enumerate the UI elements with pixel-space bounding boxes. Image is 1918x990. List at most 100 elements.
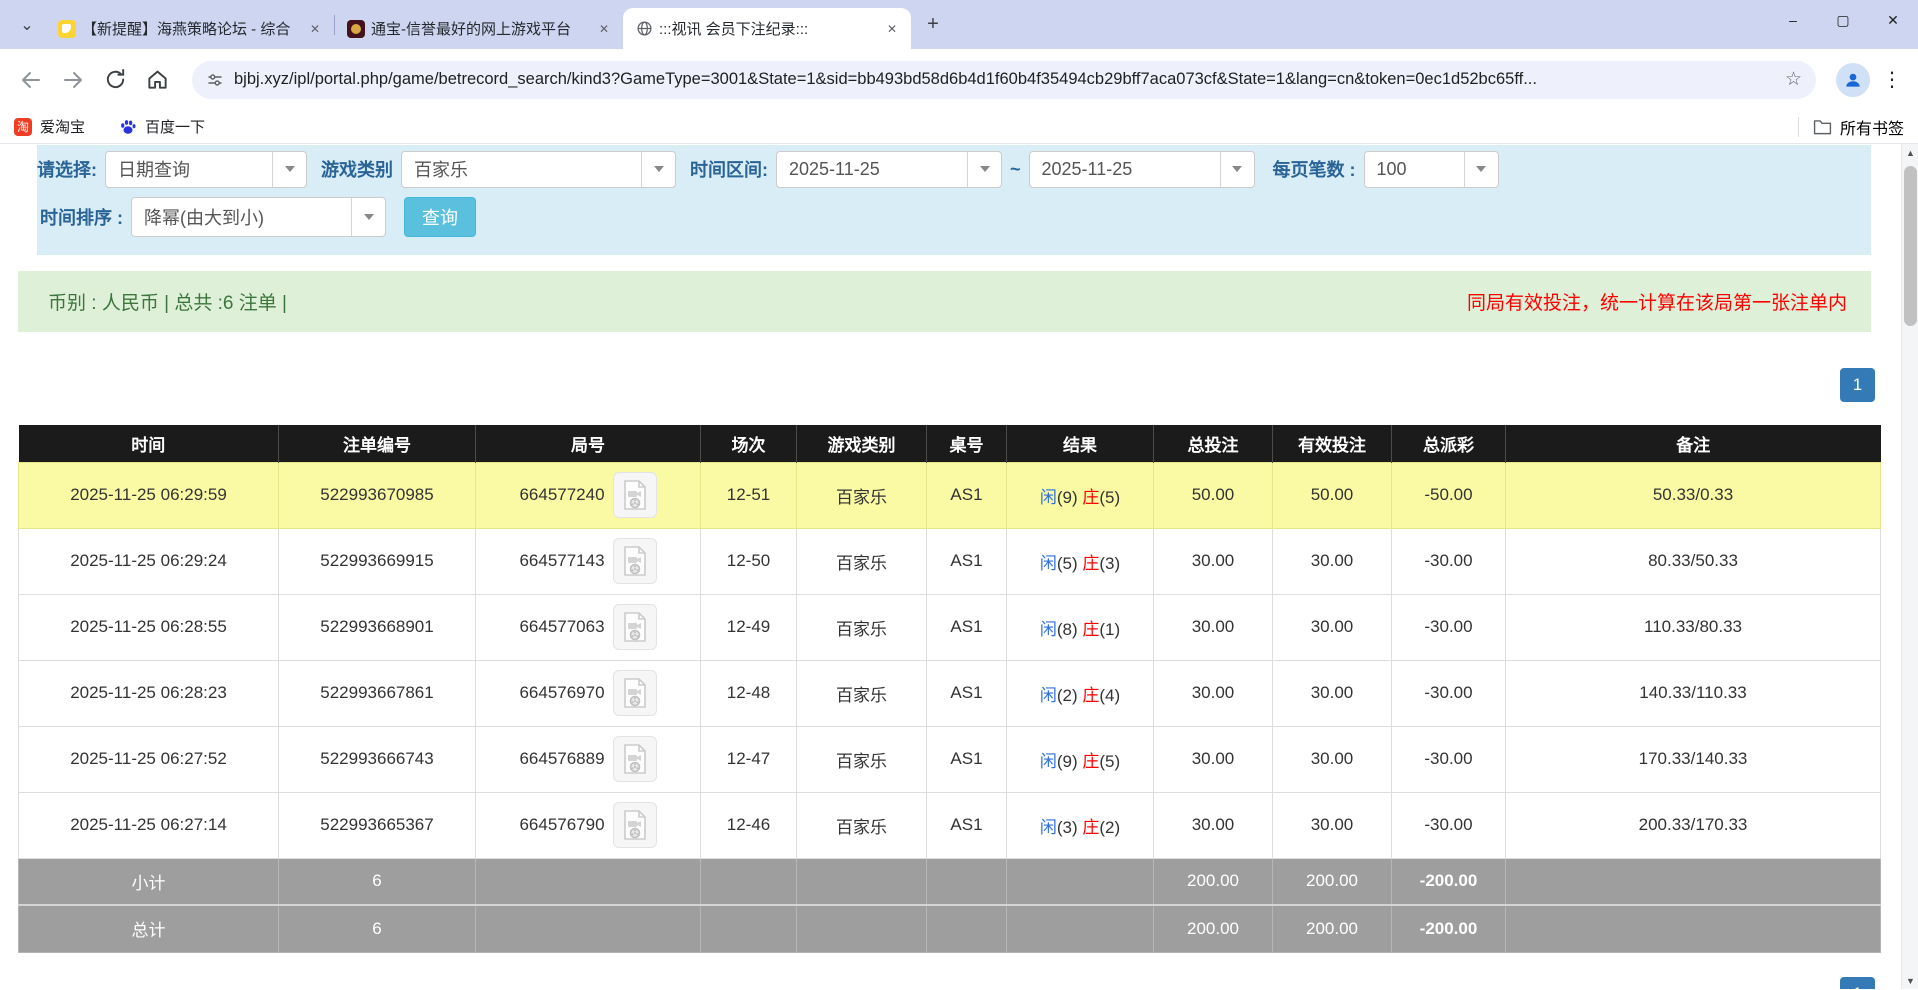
cell-game-type: 百家乐 xyxy=(797,462,927,528)
search-button[interactable]: 查询 xyxy=(404,197,476,237)
cell-total-bet: 30.00 xyxy=(1154,528,1273,594)
cell-valid-bet: 30.00 xyxy=(1273,792,1392,858)
total-label: 总计 xyxy=(19,905,279,952)
chevron-down-icon: ⌄ xyxy=(20,15,33,35)
pagination-page-1-bottom[interactable]: 1 xyxy=(1840,977,1875,989)
cell-game-type: 百家乐 xyxy=(797,726,927,792)
video-replay-button[interactable] xyxy=(613,802,657,848)
video-replay-button[interactable] xyxy=(613,736,657,782)
scroll-down-icon[interactable]: ▼ xyxy=(1902,972,1918,989)
site-settings-icon[interactable] xyxy=(206,71,224,89)
table-row: 2025-11-25 06:27:14 522993665367 6645767… xyxy=(19,792,1881,858)
col-time: 时间 xyxy=(19,425,279,462)
home-button[interactable] xyxy=(140,63,174,97)
tab-title: 通宝-信誉最好的网上游戏平台 xyxy=(371,18,589,39)
video-replay-button[interactable] xyxy=(613,604,657,650)
cell-time: 2025-11-25 06:27:52 xyxy=(19,726,279,792)
browser-menu-button[interactable]: ⋮ xyxy=(1880,67,1904,92)
date-range-label: 时间区间: xyxy=(690,156,768,182)
back-button[interactable] xyxy=(14,63,48,97)
col-remark: 备注 xyxy=(1506,425,1881,462)
tab-tongbao[interactable]: 通宝-信誉最好的网上游戏平台 ✕ xyxy=(335,8,623,49)
video-file-icon xyxy=(621,545,649,577)
cell-round-id: 664577143 xyxy=(476,528,701,594)
new-tab-button[interactable]: + xyxy=(919,11,947,39)
cell-bet-id: 522993668901 xyxy=(279,594,476,660)
chevron-down-icon xyxy=(641,152,675,187)
sort-label: 时间排序 : xyxy=(40,204,123,230)
cell-remark: 170.33/140.33 xyxy=(1506,726,1881,792)
cell-remark: 110.33/80.33 xyxy=(1506,594,1881,660)
table-row: 2025-11-25 06:29:24 522993669915 6645771… xyxy=(19,528,1881,594)
forward-button[interactable] xyxy=(56,63,90,97)
sort-select[interactable]: 降幂(由大到小) xyxy=(131,197,386,237)
cell-remark: 50.33/0.33 xyxy=(1506,462,1881,528)
divider xyxy=(1798,117,1799,137)
scroll-up-icon[interactable]: ▲ xyxy=(1902,144,1918,161)
chevron-down-icon xyxy=(1220,152,1254,187)
maximize-button[interactable]: ▢ xyxy=(1818,0,1868,40)
all-bookmarks[interactable]: 所有书签 xyxy=(1798,115,1904,139)
subtotal-row: 小计 6 200.00 200.00 -200.00 xyxy=(19,858,1881,905)
col-result: 结果 xyxy=(1007,425,1154,462)
minimize-button[interactable]: – xyxy=(1768,0,1818,40)
tab-forum[interactable]: 【新提醒】海燕策略论坛 - 综合 ✕ xyxy=(46,8,334,49)
close-icon: ✕ xyxy=(1887,12,1899,29)
cell-table-no: AS1 xyxy=(927,726,1007,792)
bookmark-baidu[interactable]: 百度一下 xyxy=(119,116,205,137)
table-row: 2025-11-25 06:28:23 522993667861 6645769… xyxy=(19,660,1881,726)
scrollbar[interactable]: ▲ ▼ xyxy=(1901,144,1918,989)
cell-payout: -50.00 xyxy=(1392,462,1506,528)
tongbao-favicon-icon xyxy=(347,20,365,38)
video-replay-button[interactable] xyxy=(613,670,657,716)
url-text[interactable]: bjbj.xyz/ipl/portal.php/game/betrecord_s… xyxy=(234,70,1777,89)
total-count: 6 xyxy=(279,905,476,952)
game-type-select[interactable]: 百家乐 xyxy=(401,151,676,188)
profile-avatar[interactable] xyxy=(1836,63,1870,97)
page-size-label: 每页笔数 : xyxy=(1273,156,1356,182)
baidu-paw-icon xyxy=(119,118,137,136)
tab-title: 【新提醒】海燕策略论坛 - 综合 xyxy=(82,18,300,39)
cell-time: 2025-11-25 06:28:55 xyxy=(19,594,279,660)
close-window-button[interactable]: ✕ xyxy=(1868,0,1918,40)
query-type-select[interactable]: 日期查询 xyxy=(105,151,307,188)
close-tab-icon[interactable]: ✕ xyxy=(595,20,613,38)
bookmark-star-icon[interactable]: ☆ xyxy=(1785,68,1802,91)
date-from-select[interactable]: 2025-11-25 xyxy=(776,151,1002,188)
player-label: 闲 xyxy=(1040,818,1057,837)
page-size-select[interactable]: 100 xyxy=(1364,151,1499,188)
bookmarks-bar: 淘 爱淘宝 百度一下 所有书签 xyxy=(0,110,1918,144)
date-to-select[interactable]: 2025-11-25 xyxy=(1029,151,1255,188)
subtotal-total-bet: 200.00 xyxy=(1154,858,1273,905)
video-file-icon xyxy=(621,479,649,511)
video-replay-button[interactable] xyxy=(613,472,657,518)
tab-search-button[interactable]: ⌄ xyxy=(12,10,42,40)
bookmark-taobao[interactable]: 淘 爱淘宝 xyxy=(14,116,85,137)
scrollbar-thumb[interactable] xyxy=(1904,166,1917,326)
cell-valid-bet: 30.00 xyxy=(1273,726,1392,792)
chevron-down-icon xyxy=(351,198,385,236)
cell-round-id: 664576970 xyxy=(476,660,701,726)
player-label: 闲 xyxy=(1040,752,1057,771)
cell-valid-bet: 30.00 xyxy=(1273,528,1392,594)
subtotal-label: 小计 xyxy=(19,858,279,905)
pagination-page-1[interactable]: 1 xyxy=(1840,368,1875,402)
cell-time: 2025-11-25 06:27:14 xyxy=(19,792,279,858)
cell-table-no: AS1 xyxy=(927,528,1007,594)
close-tab-icon[interactable]: ✕ xyxy=(306,20,324,38)
close-tab-icon[interactable]: ✕ xyxy=(883,20,901,38)
video-replay-button[interactable] xyxy=(613,538,657,584)
address-bar[interactable]: bjbj.xyz/ipl/portal.php/game/betrecord_s… xyxy=(192,61,1816,99)
refresh-button[interactable] xyxy=(98,63,132,97)
total-payout: -200.00 xyxy=(1392,905,1506,952)
cell-game-type: 百家乐 xyxy=(797,660,927,726)
cell-result: 闲(5) 庄(3) xyxy=(1007,528,1154,594)
tab-bet-records-active[interactable]: :::视讯 会员下注纪录::: ✕ xyxy=(623,8,911,49)
cell-time: 2025-11-25 06:28:23 xyxy=(19,660,279,726)
col-session: 场次 xyxy=(701,425,797,462)
cell-payout: -30.00 xyxy=(1392,594,1506,660)
table-row: 2025-11-25 06:28:55 522993668901 6645770… xyxy=(19,594,1881,660)
tab-title: :::视讯 会员下注纪录::: xyxy=(659,18,877,39)
bookmark-label: 百度一下 xyxy=(145,116,205,137)
subtotal-valid-bet: 200.00 xyxy=(1273,858,1392,905)
